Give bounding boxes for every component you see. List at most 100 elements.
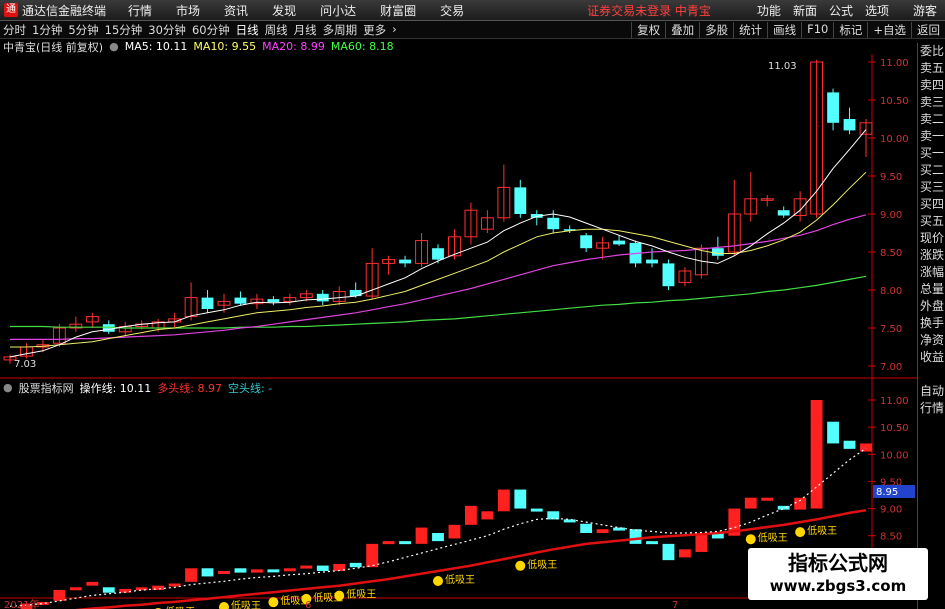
candle [596,236,610,260]
tool-mark[interactable]: 标记 [833,21,867,38]
side-item-sell5[interactable]: 卖五 [918,60,945,77]
ind-tick-label: 10.00 [880,450,909,461]
candle [777,206,790,218]
tab-more[interactable]: 更多 [360,22,389,38]
signal-label: 低吸王 [165,605,195,609]
menu-item-markets[interactable]: 市场 [164,2,212,19]
candle [415,233,428,268]
side-item-volume[interactable]: 总量 [918,281,945,298]
tab-5min[interactable]: 5分钟 [65,22,101,38]
right-menu: 功能 新面 公式 选项 [751,2,895,19]
candle-body [36,344,50,348]
side-item-sell4[interactable]: 卖四 [918,77,945,94]
side-item-sell3[interactable]: 卖三 [918,94,945,111]
candle-body [234,297,247,304]
side-item-buy4[interactable]: 买四 [918,196,945,213]
login-warning[interactable]: 证券交易未登录 中青宝 [587,2,711,19]
tool-stats[interactable]: 统计 [733,21,767,38]
ma10-line [10,171,867,348]
menu-item-wealth[interactable]: 财富圈 [368,2,428,19]
candle-body [299,293,313,299]
side-item-netasset[interactable]: 净资 [918,332,945,349]
candle [36,339,50,353]
candle-body [217,300,231,306]
tool-f10[interactable]: F10 [801,21,833,38]
side-item-earnings[interactable]: 收益 [918,349,945,366]
side-item-pct[interactable]: 涨幅 [918,264,945,281]
price-tick-label: 9.00 [880,210,902,221]
ma5-label: MA5: 10.11 [124,40,188,53]
tool-adjust[interactable]: 复权 [631,21,665,38]
tab-multi-period[interactable]: 多周期 [320,22,361,38]
tab-1min[interactable]: 1分钟 [29,22,65,38]
side-item-auto[interactable]: 自动 [918,383,945,400]
side-item-buy2[interactable]: 买二 [918,162,945,179]
side-item-weibi[interactable]: 委比 [918,43,945,60]
candle [843,107,856,135]
kline-chart[interactable]: 低吸王低吸王低吸王低吸王低吸王低吸王低吸王低吸王低吸王低吸王 11.0010.5… [0,0,945,609]
ind-tick-label: 8.50 [880,532,902,543]
tab-15min[interactable]: 15分钟 [102,22,146,38]
side-item-sell2[interactable]: 卖二 [918,111,945,128]
candle-body [201,297,214,309]
ind-bar [662,543,675,561]
ind-bar [810,400,823,509]
candle [69,316,83,332]
side-item-sell1[interactable]: 卖一 [918,128,945,145]
ma20-label: MA20: 8.99 [262,40,325,53]
candle [810,59,824,218]
settings-dot-icon[interactable]: ● [3,381,13,394]
side-item-price[interactable]: 现价 [918,230,945,247]
guest-button[interactable]: 游客 [905,2,945,19]
period-tabs: 分时 1分钟 5分钟 15分钟 30分钟 60分钟 日线 周线 月线 多周期 更… [0,22,400,38]
tab-60min[interactable]: 60分钟 [189,22,233,38]
chevron-right-icon[interactable]: › [389,22,400,38]
smiley-icon [268,597,279,608]
menu-item-news[interactable]: 资讯 [212,2,260,19]
ind-bar [415,527,428,544]
menu-item-trade[interactable]: 交易 [428,2,476,19]
menu-item-ask[interactable]: 问小达 [308,2,368,19]
candle-body [793,198,807,217]
tool-multi-stock[interactable]: 多股 [699,21,733,38]
ma20-line [10,214,867,340]
tab-monthly[interactable]: 月线 [291,22,320,38]
side-item-outer[interactable]: 外盘 [918,298,945,315]
candle-body [678,270,692,283]
side-item-quote[interactable]: 行情 [918,400,945,417]
candle [480,210,494,233]
menu-item-market[interactable]: 行情 [116,2,164,19]
tool-draw[interactable]: 画线 [767,21,801,38]
candle-body [20,346,33,357]
tool-back[interactable]: 返回 [911,21,945,38]
candle-body [399,259,412,264]
menu-item-formula[interactable]: 公式 [823,2,859,19]
tab-30min[interactable]: 30分钟 [145,22,189,38]
bear-line-label: 空头线: - [228,381,273,395]
menu-item-new-page[interactable]: 新面 [787,2,823,19]
menu-item-function[interactable]: 功能 [751,2,787,19]
tool-overlay[interactable]: 叠加 [665,21,699,38]
tab-weekly[interactable]: 周线 [262,22,291,38]
menu-item-discover[interactable]: 发现 [260,2,308,19]
candle-body [646,259,658,264]
tab-intraday[interactable]: 分时 [0,22,29,38]
tool-add-watchlist[interactable]: +自选 [867,21,911,38]
side-item-buy5[interactable]: 买五 [918,213,945,230]
tab-daily[interactable]: 日线 [233,22,262,38]
ma60-line [10,275,867,329]
ind-bar [234,568,247,573]
candle-body [267,299,280,303]
menu-item-options[interactable]: 选项 [859,2,895,19]
ind-current-label: 8.95 [876,487,898,498]
settings-dot-icon[interactable]: ● [109,40,119,53]
bull-line-label: 多头线: 8.97 [157,381,223,395]
side-item-buy1[interactable]: 买一 [918,145,945,162]
side-item-change[interactable]: 涨跌 [918,247,945,264]
ind-bar [761,497,774,501]
low-annotation: 7.03 [14,359,36,370]
side-item-turnover[interactable]: 换手 [918,315,945,332]
ind-bar [382,541,395,545]
side-item-buy3[interactable]: 买三 [918,179,945,196]
candle-body [727,213,741,253]
